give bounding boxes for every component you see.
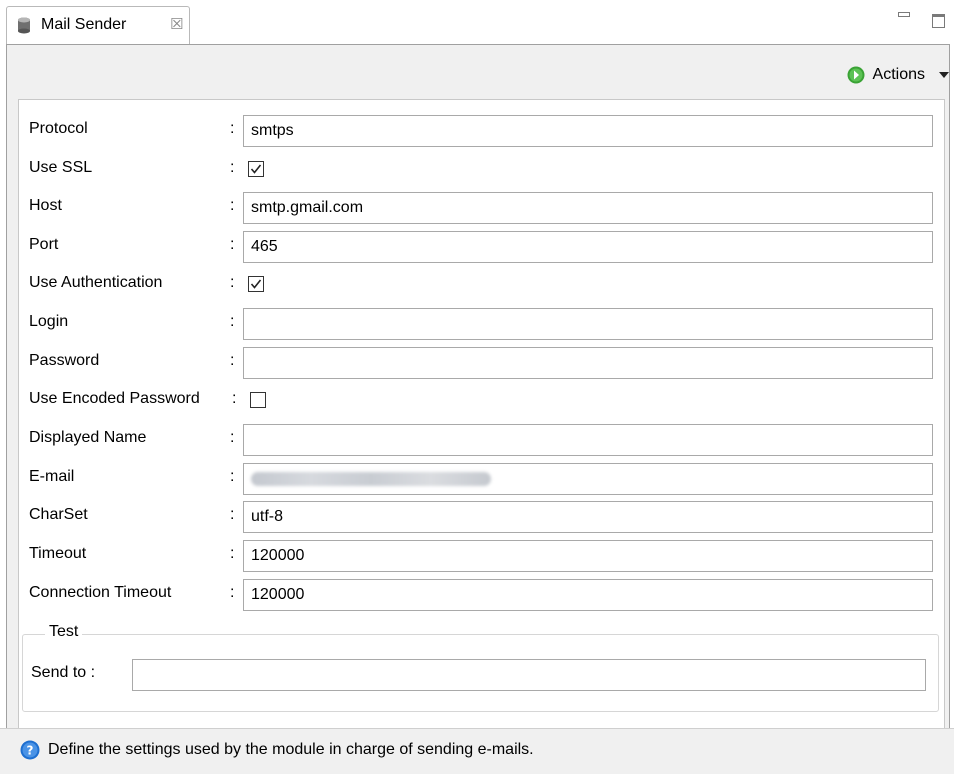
colon: : [230,468,235,485]
timeout-label: Timeout [29,545,87,562]
use-encoded-password-label: Use Encoded Password [29,390,200,407]
row-port: Port : 465 [19,230,944,264]
send-to-input[interactable] [132,659,926,691]
tab-title: Mail Sender [41,16,127,33]
port-input[interactable]: 465 [243,231,933,263]
row-displayed-name: Displayed Name : [19,423,944,457]
send-to-label: Send to : [31,664,96,681]
colon: : [230,159,235,176]
settings-form: Protocol : smtps Use SSL : Host : smtp.g… [18,99,945,729]
protocol-input[interactable]: smtps [243,115,933,147]
login-input[interactable] [243,308,933,340]
use-ssl-checkbox[interactable] [248,161,264,177]
row-login: Login : [19,307,944,341]
displayed-name-input[interactable] [243,424,933,456]
help-text: Define the settings used by the module i… [48,741,534,758]
row-password: Password : [19,346,944,380]
maximize-icon[interactable] [932,14,945,28]
use-encoded-password-checkbox[interactable] [250,392,266,408]
tab-bar: Mail Sender ☒ [0,0,954,44]
host-label: Host [29,197,62,214]
test-group: Test Send to : [22,623,939,712]
tab-mail-sender[interactable]: Mail Sender ☒ [6,6,190,44]
password-input[interactable] [243,347,933,379]
timeout-input[interactable]: 120000 [243,540,933,572]
row-use-ssl: Use SSL : [19,153,944,187]
colon: : [230,274,235,291]
charset-input[interactable]: utf-8 [243,501,933,533]
checkmark-icon [250,279,262,289]
test-group-title: Test [45,623,83,641]
charset-label: CharSet [29,506,88,523]
connection-timeout-label: Connection Timeout [29,584,172,601]
colon: : [230,545,235,562]
help-icon: ? [20,740,40,760]
checkmark-icon [250,164,262,174]
row-timeout: Timeout : 120000 [19,539,944,573]
colon: : [230,120,235,137]
colon: : [230,584,235,601]
colon: : [232,390,237,407]
blurred-email-value [251,472,491,486]
use-ssl-label: Use SSL [29,159,93,176]
status-bar: ? Define the settings used by the module… [0,728,954,774]
row-use-authentication: Use Authentication : [19,268,944,302]
row-host: Host : smtp.gmail.com [19,191,944,225]
port-label: Port [29,236,59,253]
email-input[interactable] [243,463,933,495]
host-input[interactable]: smtp.gmail.com [243,192,933,224]
toolbar: Actions [7,45,949,95]
colon: : [230,506,235,523]
password-label: Password [29,352,100,369]
use-authentication-label: Use Authentication [29,274,163,291]
cylinder-icon [18,17,30,34]
colon: : [230,236,235,253]
actions-menu-button[interactable]: Actions [847,63,949,87]
row-email: E-mail : [19,462,944,496]
row-connection-timeout: Connection Timeout : 120000 [19,578,944,612]
protocol-label: Protocol [29,120,88,137]
svg-text:?: ? [27,744,34,758]
connection-timeout-input[interactable]: 120000 [243,579,933,611]
colon: : [230,352,235,369]
colon: : [230,313,235,330]
email-label: E-mail [29,468,75,485]
close-icon[interactable]: ☒ [170,15,183,33]
colon: : [230,197,235,214]
colon: : [230,429,235,446]
go-arrow-icon [847,66,865,84]
editor-frame: Actions Protocol : smtps Use SSL : Host … [6,44,950,729]
login-label: Login [29,313,69,330]
row-use-encoded-password: Use Encoded Password : [19,384,944,418]
displayed-name-label: Displayed Name [29,429,147,446]
row-protocol: Protocol : smtps [19,114,944,148]
actions-label: Actions [872,66,925,83]
minimize-icon[interactable] [898,12,910,17]
dropdown-arrow-icon[interactable] [939,72,949,78]
row-charset: CharSet : utf-8 [19,500,944,534]
use-authentication-checkbox[interactable] [248,276,264,292]
